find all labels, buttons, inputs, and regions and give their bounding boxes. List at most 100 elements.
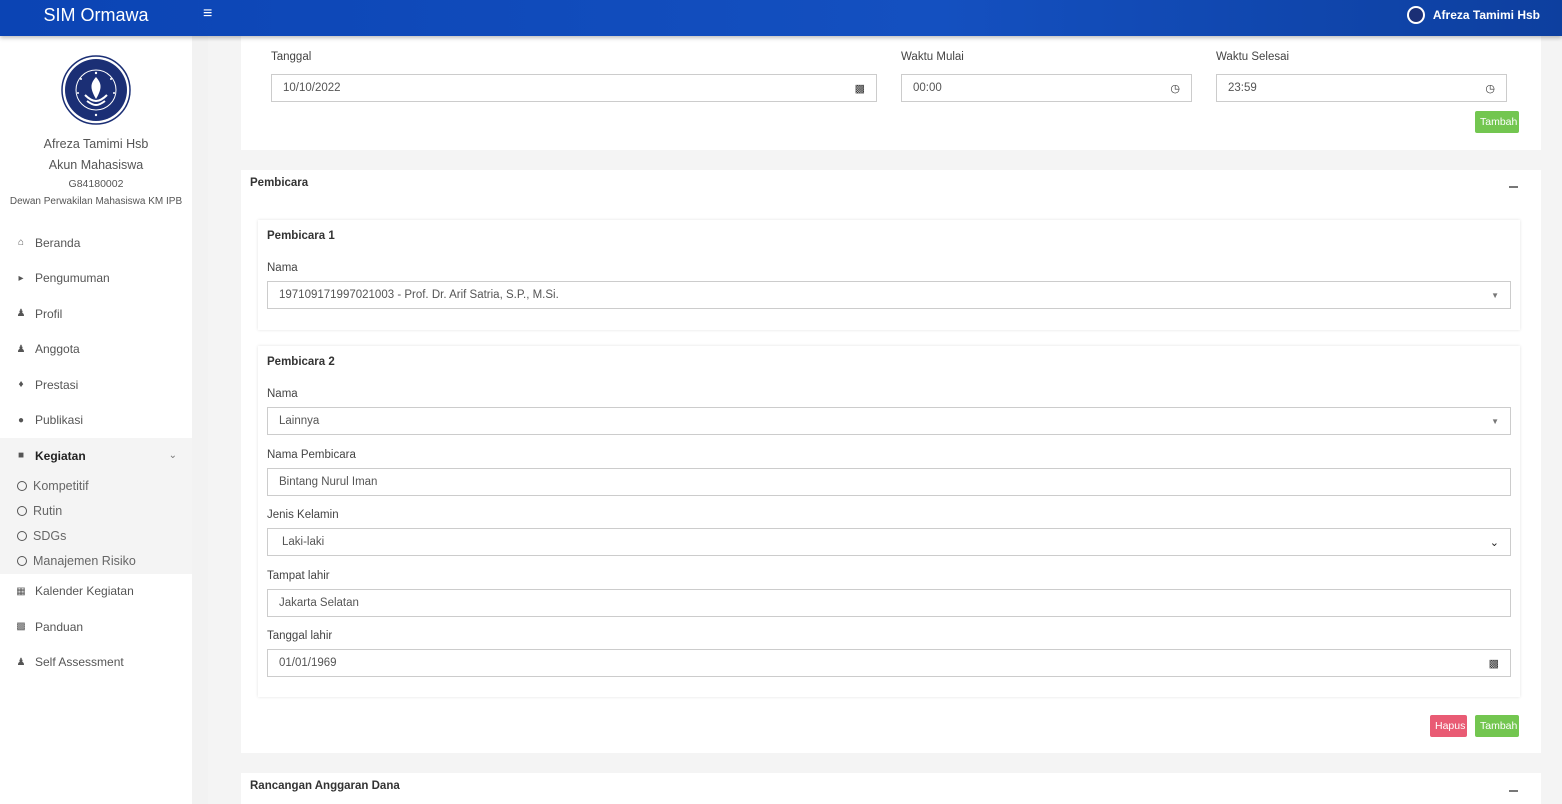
collapse-minus-icon[interactable] (1509, 186, 1518, 188)
caret-down-icon: ▼ (1491, 416, 1499, 426)
sidebar-item-label: Prestasi (35, 377, 79, 392)
tanggal-lahir-input[interactable]: 01/01/1969 ▩ (267, 649, 1511, 677)
tanggal-value: 10/10/2022 (283, 82, 341, 94)
user-icon: ♟ (16, 656, 26, 668)
profile-name: Afreza Tamimi Hsb (43, 137, 149, 151)
sidebar-item-label: Publikasi (35, 413, 84, 428)
pembicara-2-title: Pembicara 2 (267, 356, 335, 368)
calendar-icon[interactable]: ▩ (855, 82, 865, 95)
pembicara-section-title: Pembicara (250, 177, 309, 189)
scrollbar-track[interactable] (1550, 36, 1562, 804)
tanggal-label: Tanggal (271, 51, 312, 63)
tanggal-date-input[interactable]: 10/10/2022 ▩ (271, 74, 877, 102)
sidebar-item-kegiatan[interactable]: ■ Kegiatan ⌄ (0, 438, 192, 474)
sidebar-subitem-label: Rutin (33, 504, 63, 518)
waktu-selesai-label: Waktu Selesai (1216, 51, 1290, 63)
hamburger-icon[interactable]: ≡ (203, 5, 212, 23)
circle-icon (17, 531, 27, 541)
sidebar-item-pengumuman[interactable]: ▸ Pengumuman (0, 261, 192, 297)
comments-icon: ● (17, 414, 25, 426)
top-navbar: SIM Ormawa ≡ Afreza Tamimi Hsb (0, 0, 1562, 36)
users-icon: ♟ (16, 343, 26, 355)
sidebar-item-label: Profil (35, 306, 63, 321)
sidebar-subitem-label: Kompetitif (33, 479, 89, 493)
nama-pembicara-label: Nama Pembicara (267, 449, 356, 461)
pembicara-1-card: Pembicara 1 Nama 197109171997021003 - Pr… (258, 220, 1520, 330)
brand-title[interactable]: SIM Ormawa (0, 0, 192, 36)
tanggal-lahir-value: 01/01/1969 (279, 657, 337, 669)
user-name: Afreza Tamimi Hsb (1432, 8, 1540, 22)
rab-section-title: Rancangan Anggaran Dana (250, 780, 400, 792)
clock-icon[interactable]: ◷ (1485, 82, 1495, 95)
sidebar-item-anggota[interactable]: ♟ Anggota (0, 332, 192, 368)
sidebar-item-label: Anggota (35, 342, 80, 357)
sidebar-item-label: Kegiatan (35, 448, 86, 463)
circle-icon (17, 481, 27, 491)
caret-down-icon: ▼ (1491, 290, 1499, 300)
user-menu[interactable]: Afreza Tamimi Hsb (1406, 5, 1540, 25)
sidebar-item-self-assessment[interactable]: ♟ Self Assessment (0, 645, 192, 681)
sidebar-subitem-label: Manajemen Risiko (33, 554, 136, 568)
sidebar-item-kalender-kegiatan[interactable]: ▦ Kalender Kegiatan (0, 574, 192, 610)
sidebar-nav: ⌂ Beranda ▸ Pengumuman ♟ Profil ♟ Anggot… (0, 225, 192, 680)
sidebar-item-label: Panduan (35, 619, 84, 634)
sidebar-subitem-label: SDGs (33, 529, 67, 543)
add-speaker-button[interactable]: Tambah (1475, 715, 1519, 737)
pembicara-1-nama-label: Nama (267, 262, 298, 274)
chevron-down-icon: ⌄ (168, 450, 177, 462)
nama-pembicara-input[interactable]: Bintang Nurul Iman (267, 468, 1511, 496)
sidebar-subitem-rutin[interactable]: Rutin (0, 499, 192, 524)
waktu-mulai-label: Waktu Mulai (901, 51, 964, 63)
calendar-icon[interactable]: ▩ (1489, 657, 1499, 670)
pembicara-1-nama-value: 197109171997021003 - Prof. Dr. Arif Satr… (279, 289, 559, 301)
clock-icon[interactable]: ◷ (1170, 82, 1180, 95)
book-icon: ▩ (16, 621, 26, 633)
pembicara-1-nama-select[interactable]: 197109171997021003 - Prof. Dr. Arif Satr… (267, 281, 1511, 309)
trophy-icon: ♦ (18, 379, 24, 391)
tempat-lahir-input[interactable]: Jakarta Selatan (267, 589, 1511, 617)
ipb-logo (61, 55, 131, 125)
pembicara-2-nama-label: Nama (267, 388, 298, 400)
home-icon: ⌂ (17, 237, 25, 249)
sidebar-item-publikasi[interactable]: ● Publikasi (0, 403, 192, 439)
pembicara-2-nama-value: Lainnya (279, 415, 320, 427)
sidebar-item-label: Pengumuman (35, 271, 110, 286)
user-icon: ♟ (16, 308, 26, 320)
ipb-logo-icon (1406, 6, 1425, 24)
tempat-lahir-value: Jakarta Selatan (279, 597, 359, 609)
waktu-mulai-input[interactable]: 00:00 ◷ (901, 74, 1192, 102)
waktu-selesai-input[interactable]: 23:59 ◷ (1216, 74, 1507, 102)
sidebar-subitem-kompetitif[interactable]: Kompetitif (0, 474, 192, 499)
circle-icon (17, 506, 27, 516)
jenis-kelamin-label: Jenis Kelamin (267, 509, 339, 521)
collapse-minus-icon[interactable] (1509, 790, 1518, 792)
sidebar-item-prestasi[interactable]: ♦ Prestasi (0, 367, 192, 403)
profile-role: Akun Mahasiswa (48, 158, 144, 172)
pembicara-2-nama-select[interactable]: Lainnya ▼ (267, 407, 1511, 435)
delete-speaker-button[interactable]: Hapus (1430, 715, 1467, 737)
pembicara-1-title: Pembicara 1 (267, 230, 335, 242)
kegiatan-submenu: Kompetitif Rutin SDGs Manajemen Risiko (0, 473, 192, 574)
sidebar-item-panduan[interactable]: ▩ Panduan (0, 609, 192, 645)
tempat-lahir-label: Tampat lahir (267, 570, 330, 582)
sidebar-subitem-manajemen-risiko[interactable]: Manajemen Risiko (0, 549, 192, 574)
chevron-down-icon: ⌄ (1489, 536, 1499, 549)
nama-pembicara-value: Bintang Nurul Iman (279, 476, 378, 488)
profile-id: G84180002 (68, 178, 124, 190)
sidebar-item-label: Beranda (35, 235, 81, 250)
rab-card: Rancangan Anggaran Dana (241, 773, 1541, 804)
jenis-kelamin-select[interactable]: Laki-laki ⌄ (267, 528, 1511, 556)
jenis-kelamin-value: Laki-laki (282, 536, 325, 548)
megaphone-icon: ▸ (18, 272, 24, 284)
sidebar-item-label: Self Assessment (35, 655, 124, 670)
waktu-selesai-value: 23:59 (1228, 82, 1257, 94)
sidebar-item-label: Kalender Kegiatan (35, 584, 134, 599)
tanggal-lahir-label: Tanggal lahir (267, 630, 333, 642)
schedule-card: Tanggal 10/10/2022 ▩ Waktu Mulai 00:00 ◷… (241, 36, 1541, 150)
sidebar-subitem-sdgs[interactable]: SDGs (0, 524, 192, 549)
sidebar: Afreza Tamimi Hsb Akun Mahasiswa G841800… (0, 36, 192, 804)
sidebar-item-profil[interactable]: ♟ Profil (0, 296, 192, 332)
sidebar-item-beranda[interactable]: ⌂ Beranda (0, 225, 192, 261)
add-schedule-button[interactable]: Tambah (1475, 111, 1519, 133)
profile-org: Dewan Perwakilan Mahasiswa KM IPB (9, 196, 183, 207)
